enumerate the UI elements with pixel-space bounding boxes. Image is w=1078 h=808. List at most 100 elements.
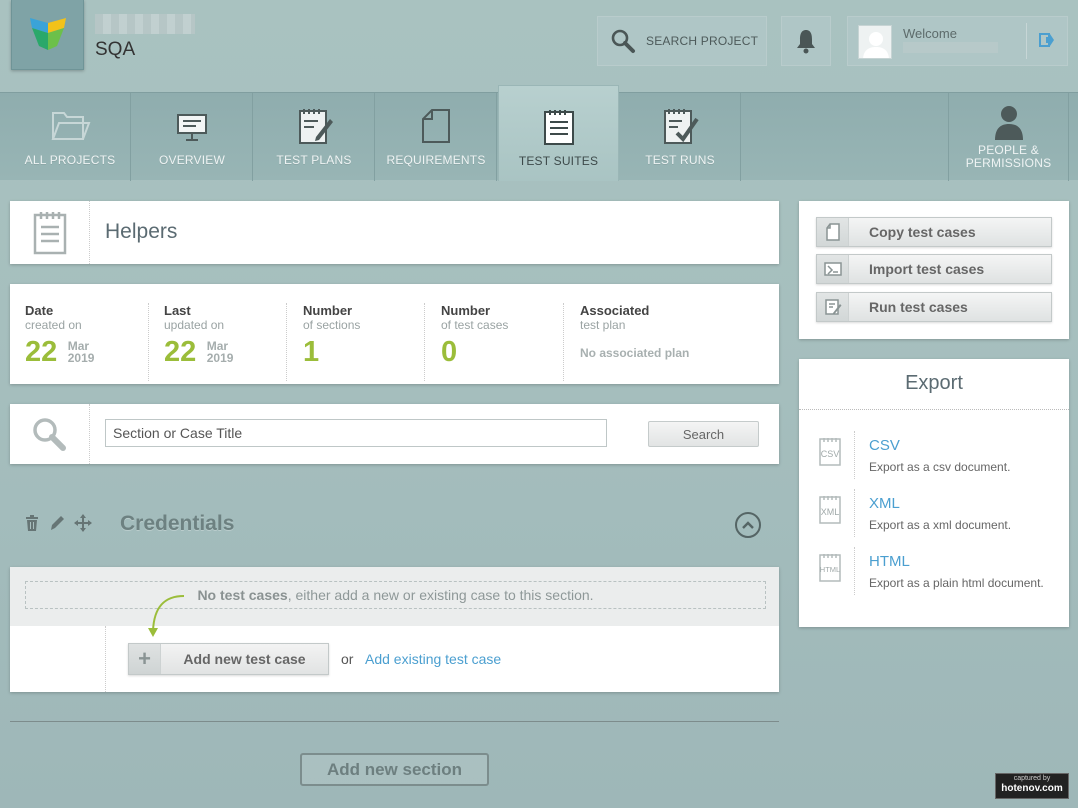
tab-overview[interactable]: OVERVIEW xyxy=(132,93,253,181)
search-icon xyxy=(32,418,66,451)
run-icon xyxy=(817,293,849,321)
app-header: SQA SEARCH PROJECT Welcome xyxy=(0,0,1078,92)
export-html-link[interactable]: HTML xyxy=(869,553,910,570)
folder-icon xyxy=(51,112,91,140)
section-toolbar xyxy=(24,514,92,532)
tab-test-plans[interactable]: TEST PLANS xyxy=(254,93,375,181)
copy-test-cases-button[interactable]: Copy test cases xyxy=(816,217,1052,247)
empty-state-text: , either add a new or existing case to t… xyxy=(287,587,594,603)
notifications-button[interactable] xyxy=(781,16,831,66)
tab-test-runs[interactable]: TEST RUNS xyxy=(620,93,741,181)
empty-state-message: No test cases, either add a new or exist… xyxy=(25,581,766,609)
tab-label: PEOPLE & PERMISSIONS xyxy=(949,144,1068,170)
divider xyxy=(105,626,106,692)
tab-label: ALL PROJECTS xyxy=(24,153,116,167)
tab-label: TEST RUNS xyxy=(645,153,715,167)
empty-state-band: No test cases, either add a new or exist… xyxy=(10,567,779,626)
search-icon xyxy=(611,29,635,53)
stat-subtitle: of sections xyxy=(303,318,361,332)
stat-test-cases: Number of test cases 0 xyxy=(424,303,563,381)
add-new-test-case-button[interactable]: + Add new test case xyxy=(128,643,329,675)
import-test-cases-button[interactable]: Import test cases xyxy=(816,254,1052,284)
notepad-check-icon xyxy=(664,109,699,144)
plus-icon: + xyxy=(129,644,161,674)
search-button[interactable]: Search xyxy=(648,421,759,447)
export-csv-link[interactable]: CSV xyxy=(869,437,900,454)
presentation-icon xyxy=(177,114,207,141)
tab-all-projects[interactable]: ALL PROJECTS xyxy=(10,93,131,181)
collapse-section-button[interactable] xyxy=(735,512,761,538)
stat-month-year: Mar 2019 xyxy=(207,340,234,364)
stat-title: Number xyxy=(441,303,491,318)
suite-stats-panel: Date created on 22 Mar 2019 Last updated … xyxy=(10,284,779,384)
suite-title-panel: Helpers xyxy=(10,201,779,264)
chevron-up-icon xyxy=(742,521,754,529)
action-label: Copy test cases xyxy=(869,224,976,240)
tab-people-permissions[interactable]: PEOPLE & PERMISSIONS xyxy=(948,93,1069,181)
avatar xyxy=(858,25,892,59)
export-description: Export as a plain html document. xyxy=(869,576,1044,590)
file-icon-text: HTML xyxy=(820,565,840,574)
logout-icon[interactable] xyxy=(1039,32,1055,48)
tab-requirements[interactable]: REQUIREMENTS xyxy=(376,93,497,181)
stat-day: 22 xyxy=(25,336,58,368)
run-test-cases-button[interactable]: Run test cases xyxy=(816,292,1052,322)
stat-sections: Number of sections 1 xyxy=(286,303,424,381)
action-label: Run test cases xyxy=(869,299,968,315)
divider xyxy=(10,721,779,722)
file-icon-text: CSV xyxy=(821,449,840,459)
suite-icon-cell xyxy=(10,201,90,264)
section-title[interactable]: Credentials xyxy=(120,512,234,536)
tab-label: REQUIREMENTS xyxy=(386,153,486,167)
case-search-panel: Search xyxy=(10,404,779,464)
stat-value: 1 xyxy=(303,336,320,368)
main-navigation: ALL PROJECTS OVERVIEW TEST PLANS REQUIRE… xyxy=(0,85,1078,181)
notepad-icon xyxy=(543,110,574,145)
bell-icon xyxy=(797,30,815,54)
divider xyxy=(854,547,855,595)
search-project-button[interactable]: SEARCH PROJECT xyxy=(597,16,767,66)
export-description: Export as a xml document. xyxy=(869,518,1012,532)
user-menu[interactable]: Welcome xyxy=(847,16,1068,66)
move-icon[interactable] xyxy=(74,514,92,532)
document-icon xyxy=(422,109,450,143)
add-existing-test-case-link[interactable]: Add existing test case xyxy=(365,651,501,667)
stat-created: Date created on 22 Mar 2019 xyxy=(25,303,147,381)
divider xyxy=(1026,23,1027,59)
edit-pencil-icon[interactable] xyxy=(49,514,65,532)
page-title: Helpers xyxy=(105,220,178,243)
stat-subtitle: of test cases xyxy=(441,318,509,332)
watermark-line1: captured by xyxy=(1013,775,1051,782)
export-xml-item: XML XML Export as a xml document. xyxy=(799,489,1069,545)
copy-icon xyxy=(817,218,849,246)
export-html-item: HTML HTML Export as a plain html documen… xyxy=(799,547,1069,603)
export-xml-link[interactable]: XML xyxy=(869,495,900,512)
add-new-test-case-label: Add new test case xyxy=(183,651,306,667)
add-new-section-button[interactable]: Add new section xyxy=(300,753,489,786)
notepad-pencil-icon xyxy=(299,109,333,144)
tab-label-line2: PERMISSIONS xyxy=(965,156,1052,170)
divider xyxy=(799,409,1069,410)
export-title: Export xyxy=(905,372,963,394)
stat-updated: Last updated on 22 Mar 2019 xyxy=(148,303,286,381)
curved-arrow-icon xyxy=(148,595,185,637)
trash-icon[interactable] xyxy=(24,514,40,532)
watermark: captured by hotenov.com xyxy=(995,773,1069,799)
stat-title: Last xyxy=(164,303,191,318)
tab-label: OVERVIEW xyxy=(158,153,226,167)
stat-note: No associated plan xyxy=(580,346,690,360)
stat-test-plan: Associated test plan No associated plan xyxy=(563,303,763,381)
stat-subtitle: created on xyxy=(25,318,82,332)
stat-year: 2019 xyxy=(67,351,95,365)
search-input[interactable] xyxy=(105,419,607,447)
or-text: or xyxy=(341,651,354,667)
tab-test-suites[interactable]: TEST SUITES xyxy=(498,85,619,181)
welcome-label: Welcome xyxy=(903,26,957,41)
stat-subtitle: updated on xyxy=(164,318,225,332)
stat-title: Associated xyxy=(580,303,650,318)
divider xyxy=(854,431,855,479)
tab-label: TEST SUITES xyxy=(518,154,599,168)
action-label: Import test cases xyxy=(869,261,985,277)
project-logo[interactable] xyxy=(11,0,84,70)
file-icon-text: XML xyxy=(821,507,840,517)
